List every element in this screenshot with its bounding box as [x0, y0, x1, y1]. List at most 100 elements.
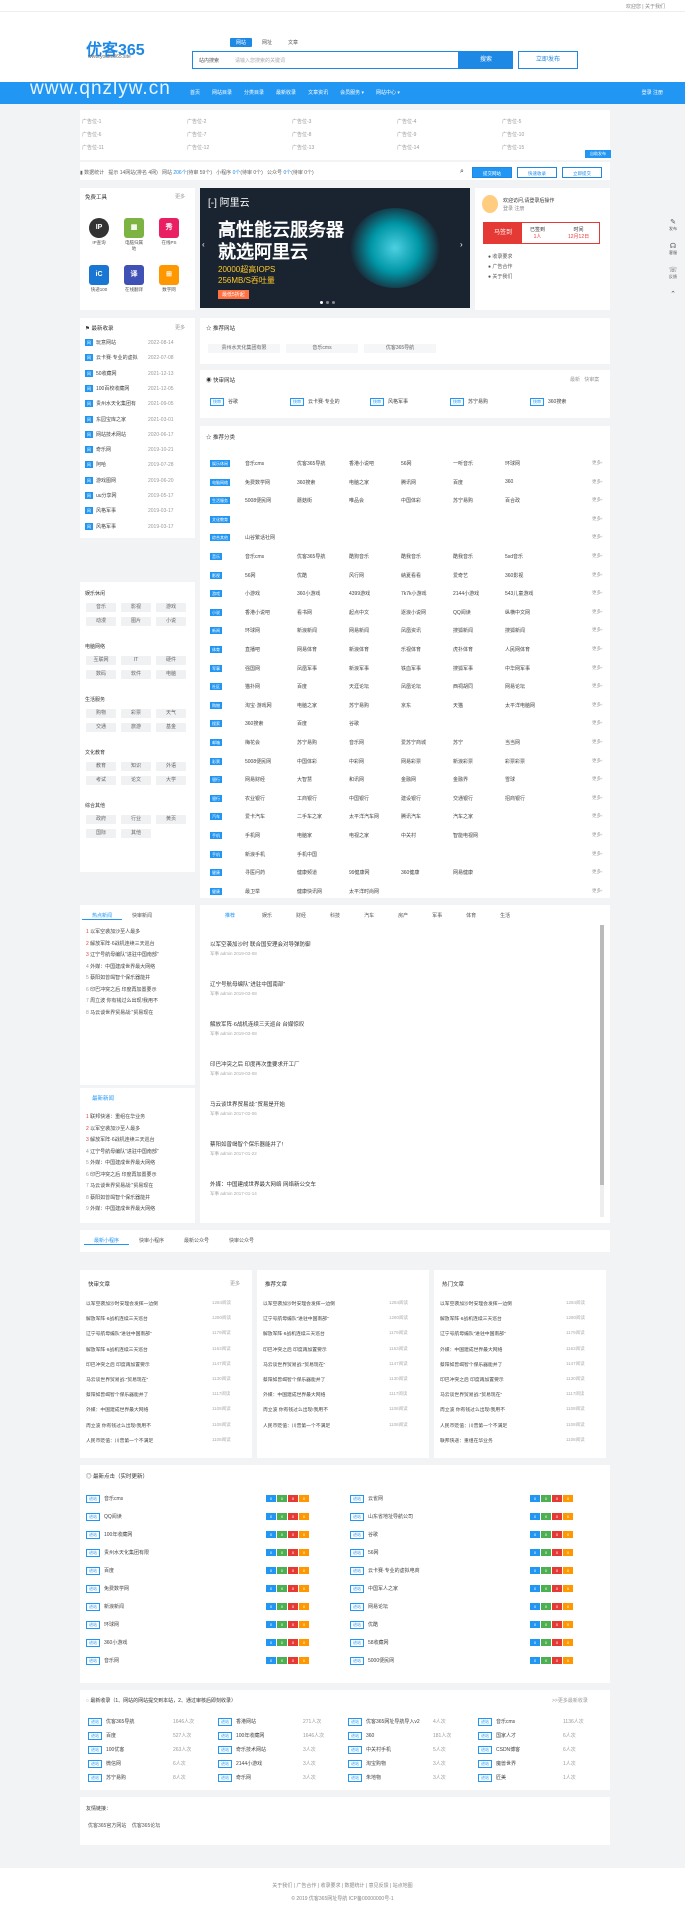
category-site[interactable]: 香港小说吧	[245, 609, 293, 616]
article-tab[interactable]: 军事	[420, 912, 454, 919]
article-tab[interactable]: 汽车	[352, 912, 386, 919]
ad-slot[interactable]: 广告位-13	[292, 144, 397, 151]
column-item[interactable]: 以军空袭加沙时安理会发挥一边倒	[86, 1300, 206, 1307]
friend-link[interactable]: 优客365论坛	[132, 1823, 160, 1829]
category-site[interactable]: 猫扑网	[245, 683, 293, 690]
left-cat-chip[interactable]: 天气	[156, 709, 186, 718]
column-item[interactable]: 周立波 你有钱过么出现!我用不	[440, 1406, 560, 1413]
category-label[interactable]: 综合其他	[210, 534, 230, 542]
category-site[interactable]: 电视之家	[349, 832, 397, 839]
category-site[interactable]: 电脑之家	[297, 702, 345, 709]
category-site[interactable]: 納夏看看	[401, 572, 449, 579]
nav-articles[interactable]: 文章资讯	[308, 89, 328, 96]
left-cat-chip[interactable]: 大学	[156, 776, 186, 785]
scrollbar-thumb[interactable]	[600, 925, 604, 1185]
category-site[interactable]: 太平洋时尚网	[349, 888, 397, 895]
category-site[interactable]: 360搜索	[297, 479, 345, 486]
rank-item[interactable]: 进站 58收藏网	[350, 1639, 490, 1647]
category-site[interactable]: 凤凰论坛	[401, 683, 449, 690]
latest-news-item[interactable]: 9 外媒：中国建成世界最大网络	[86, 1205, 190, 1212]
category-site[interactable]: 搜狐军事	[453, 665, 501, 672]
article-title[interactable]: 蔡阳如曾竭智个保乐器能并了!	[210, 1140, 590, 1148]
left-cat-chip[interactable]: 其他	[121, 829, 151, 838]
category-site[interactable]: 小游戏	[245, 590, 293, 597]
banner-carousel[interactable]: [-] 阿里云 高性能云服务器 就选阿里云 20000超高IOPS 256MB/…	[200, 188, 470, 308]
ad-slot[interactable]: 广告位-6	[82, 131, 187, 138]
category-more[interactable]: 更多›	[592, 665, 603, 671]
latest-news-item[interactable]: 5 外媒：中国建成世界最大网络	[86, 1159, 190, 1166]
recent-item[interactable]: 网游戏图网 2019-06-20	[85, 476, 193, 484]
footer-links[interactable]: 关于我们 | 广告合作 | 收录要求 | 数据统计 | 意见反馈 | 站点地图	[0, 1882, 685, 1889]
submit-item[interactable]: 进站 中关村手机	[348, 1746, 428, 1754]
category-site[interactable]: 酷我音乐	[401, 553, 449, 560]
category-label[interactable]: 军事	[210, 664, 222, 672]
latest-news-item[interactable]: 4 辽宁号航母编队“进驻中国南部”	[86, 1148, 190, 1155]
category-site[interactable]: 5sd音乐	[505, 553, 553, 560]
category-site[interactable]: 7k7k小游戏	[401, 590, 449, 597]
category-site[interactable]: 免费数学网	[245, 479, 293, 486]
rank-item[interactable]: 进站 网易论坛	[350, 1603, 490, 1611]
category-site[interactable]: 中国银行	[349, 795, 397, 802]
category-site[interactable]: 苏宁易购	[297, 739, 345, 746]
category-more[interactable]: 更多›	[592, 534, 603, 540]
column-item[interactable]: 辽宁号航母编队“进驻中国南部”	[263, 1315, 383, 1322]
column-item[interactable]: 辽宁号航母编队“进驻中国南部”	[440, 1330, 560, 1337]
category-site[interactable]: 智能电视网	[453, 832, 501, 839]
category-site[interactable]: 中彩网	[349, 758, 397, 765]
category-label[interactable]: 影视	[210, 571, 222, 579]
left-cat-chip[interactable]: 旅游	[121, 723, 151, 732]
category-site[interactable]: 太平洋电脑网	[505, 702, 553, 709]
category-label[interactable]: 文化教育	[210, 515, 230, 523]
category-site[interactable]: 汽车之家	[453, 813, 501, 820]
submit-item[interactable]: 进站 音乐cms	[478, 1718, 558, 1726]
column-item[interactable]: 印巴冲突之后 印度再加置要示	[440, 1376, 560, 1383]
category-label[interactable]: 手机	[210, 832, 222, 839]
category-site[interactable]: 一听音乐	[453, 460, 501, 467]
side-publish[interactable]: ✎ 发布	[663, 218, 683, 238]
column-item[interactable]: 周立波 你有钱过么出现!我用不	[263, 1406, 383, 1413]
category-more[interactable]: 更多›	[592, 888, 603, 894]
category-label[interactable]: 小说	[210, 608, 222, 616]
rank-item[interactable]: 进站 56网	[350, 1549, 490, 1557]
ad-slot[interactable]: 广告位-2	[187, 118, 292, 125]
left-cat-chip[interactable]: 影视	[121, 603, 151, 612]
article-title[interactable]: 解放军阵·6战机连续三天巡台 台媒惊叹	[210, 1020, 590, 1028]
column-item[interactable]: 解放军阵·6战机连续三天巡台	[86, 1346, 206, 1353]
column-item[interactable]: 蔡阳如曾竭智个保乐器能并了	[263, 1376, 383, 1383]
rank-item[interactable]: 进站 100年收藏网	[86, 1531, 226, 1539]
category-more[interactable]: 更多›	[592, 869, 603, 875]
left-cat-chip[interactable]: IT	[121, 656, 151, 665]
submit-item[interactable]: 进站 朱地物	[348, 1774, 428, 1782]
category-site[interactable]: 逐浪小说网	[401, 609, 449, 616]
category-site[interactable]: 健康频道	[297, 869, 345, 876]
column-item[interactable]: 解放军阵·6战机连续三天巡台	[86, 1315, 206, 1322]
article-tab[interactable]: 科技	[318, 912, 352, 919]
column-item[interactable]: 人民币贬值：川普第一个不满足	[86, 1437, 206, 1444]
rank-item[interactable]: 进站 云雀网	[350, 1495, 490, 1503]
category-site[interactable]: 金融界	[453, 776, 501, 783]
submit-item[interactable]: 进站 奇乐网	[218, 1774, 298, 1782]
hot-news-item[interactable]: 4 外媒：中国建成世界最大网络	[86, 963, 190, 970]
category-site[interactable]: 百合政	[505, 497, 553, 504]
category-site[interactable]: 网易彩票	[401, 758, 449, 765]
search-category[interactable]: 站内搜索	[199, 57, 219, 64]
submit-item[interactable]: 进站 100年收藏网	[218, 1732, 298, 1740]
hot-news-item[interactable]: 3 辽宁号航母编队“进驻中国南部”	[86, 951, 190, 958]
category-site[interactable]: 天涯论坛	[349, 683, 397, 690]
category-site[interactable]: 谷歌	[349, 720, 397, 727]
category-site[interactable]: 当当网	[505, 739, 553, 746]
category-label[interactable]: 生活服务	[210, 497, 230, 505]
rank-item[interactable]: 进站 贵州水天化集团有限	[86, 1549, 226, 1557]
category-site[interactable]: 起点中文	[349, 609, 397, 616]
latest-news-item[interactable]: 1 联邦快递：重组在华业务	[86, 1113, 190, 1120]
top-links[interactable]: 欢迎您 | 关于我们	[626, 3, 665, 10]
category-site[interactable]: 唯品会	[349, 497, 397, 504]
category-site[interactable]: 新浪体育	[349, 646, 397, 653]
ad-slot[interactable]: 广告位-3	[292, 118, 397, 125]
mini-tab[interactable]: 快审小程序	[129, 1237, 174, 1245]
category-site[interactable]: 网易新闻	[349, 627, 397, 634]
column-item[interactable]: 解放军阵·6战机连续三天巡台	[440, 1315, 560, 1322]
category-site[interactable]: 香港小说吧	[349, 460, 397, 467]
article-title[interactable]: 马云谈世界贸易战:“贸易是开始	[210, 1100, 590, 1108]
article-title[interactable]: 以军空袭加沙时 联合国安理会对导弹防御	[210, 940, 590, 948]
